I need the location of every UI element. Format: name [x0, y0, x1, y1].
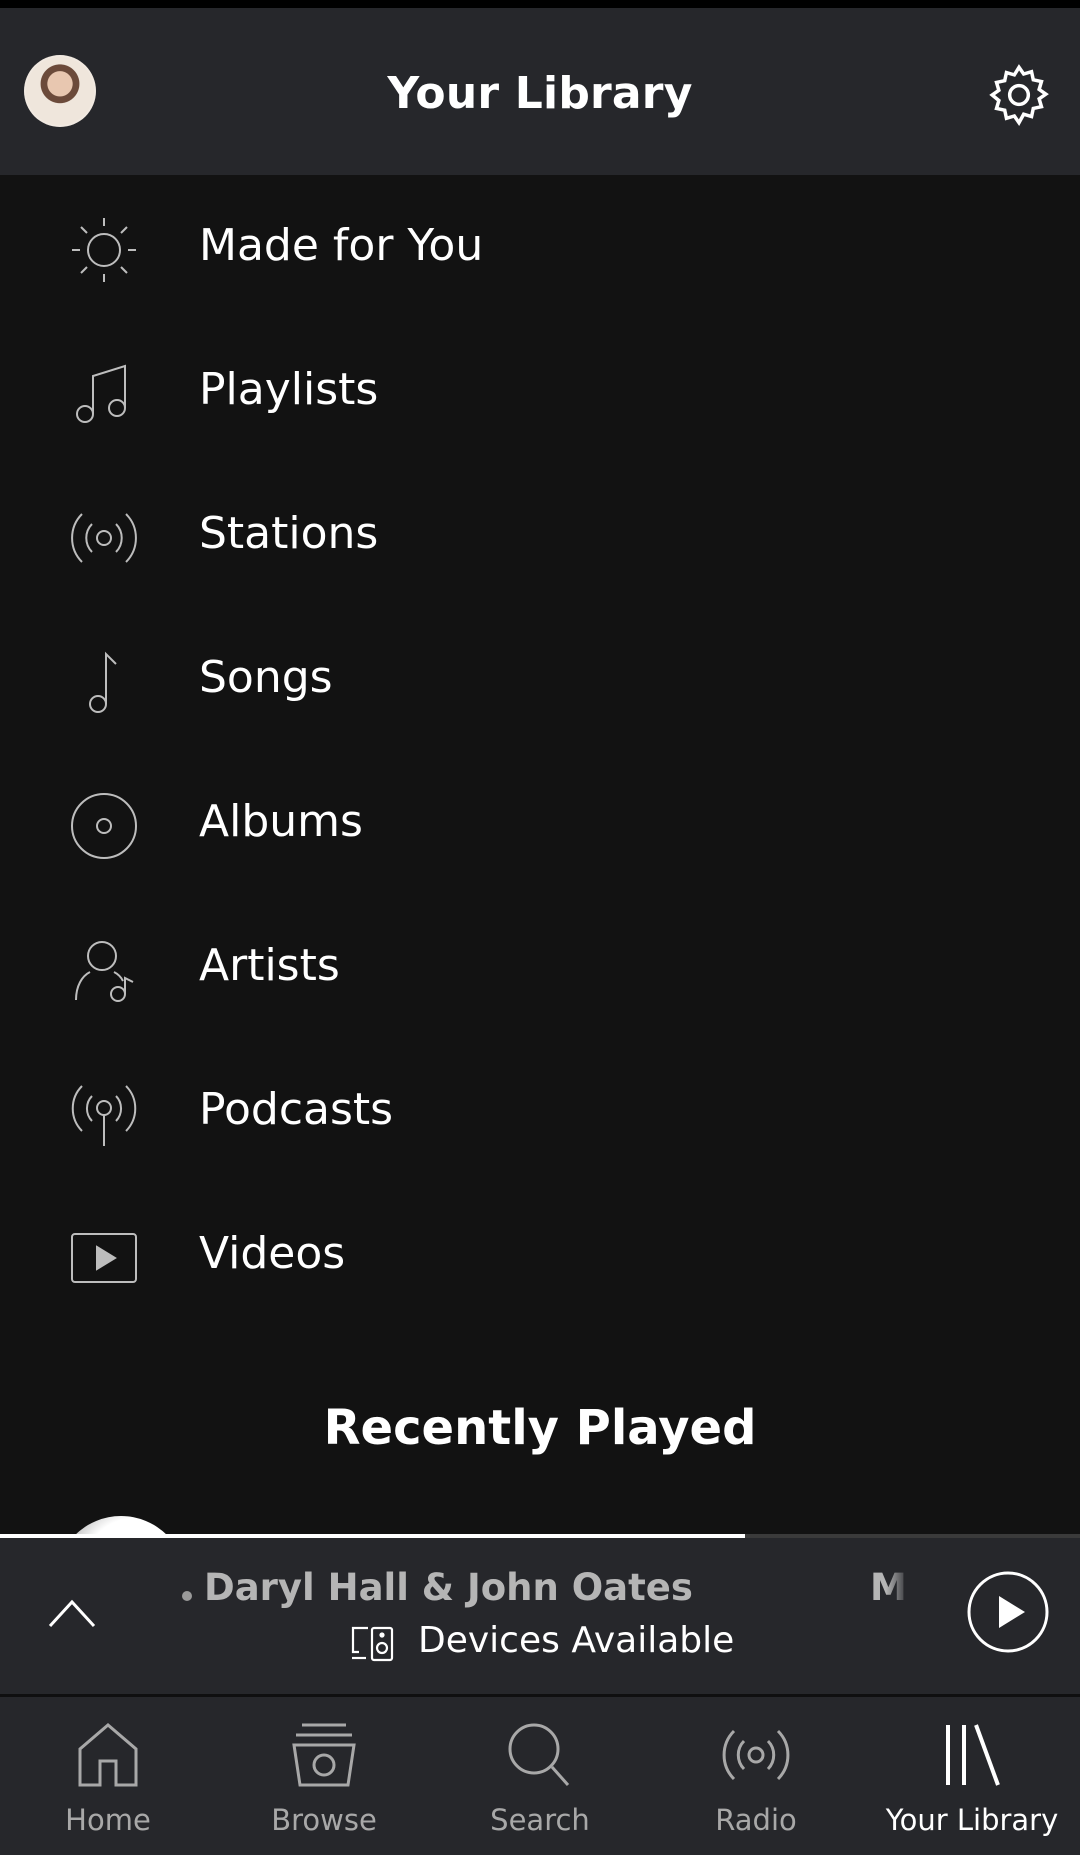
tab-home[interactable]: Home — [0, 1697, 216, 1855]
library-icon — [946, 1724, 1000, 1786]
menu-item-label: Playlists — [199, 364, 379, 415]
menu-item-made-for-you[interactable]: Made for You — [0, 175, 1080, 319]
menu-item-artists[interactable]: Artists — [0, 895, 1080, 1039]
settings-gear-icon[interactable] — [984, 60, 1054, 130]
tab-label: Search — [490, 1803, 590, 1837]
search-icon — [508, 1723, 570, 1786]
menu-item-label: Songs — [199, 652, 333, 703]
now-playing-bar[interactable]: Daryl Hall & John Oates M Devices Availa… — [0, 1538, 1080, 1694]
artist-icon — [75, 941, 134, 1002]
tab-label: Your Library — [885, 1803, 1059, 1837]
now-playing-track-overflow: M — [870, 1566, 907, 1609]
album-disc-icon — [71, 793, 137, 859]
page-title: Your Library — [387, 68, 693, 119]
podcast-icon — [71, 1085, 137, 1146]
menu-item-podcasts[interactable]: Podcasts — [0, 1039, 1080, 1183]
tab-search[interactable]: Search — [432, 1697, 648, 1855]
menu-item-label: Albums — [199, 796, 363, 847]
tab-label: Radio — [715, 1803, 797, 1837]
app-header: Your Library — [0, 8, 1080, 175]
video-play-icon — [71, 1233, 137, 1283]
menu-item-label: Videos — [199, 1228, 346, 1279]
menu-item-label: Podcasts — [199, 1084, 394, 1135]
menu-item-songs[interactable]: Songs — [0, 607, 1080, 751]
radio-icon — [722, 1729, 790, 1781]
status-strip — [0, 0, 1080, 8]
play-button[interactable] — [966, 1570, 1050, 1654]
menu-item-label: Artists — [199, 940, 340, 991]
tab-browse[interactable]: Browse — [216, 1697, 432, 1855]
recently-played-heading: Recently Played — [323, 1400, 757, 1456]
music-note-icon — [89, 651, 117, 713]
menu-item-playlists[interactable]: Playlists — [0, 319, 1080, 463]
browse-icon — [292, 1723, 356, 1787]
home-icon — [78, 1723, 138, 1787]
sun-icon — [72, 218, 136, 282]
now-playing-artist: Daryl Hall & John Oates — [204, 1566, 693, 1609]
menu-item-label: Stations — [199, 508, 379, 559]
tab-label: Browse — [271, 1803, 377, 1837]
menu-item-stations[interactable]: Stations — [0, 463, 1080, 607]
radio-waves-icon — [71, 513, 137, 563]
separator-dot — [182, 1591, 192, 1601]
devices-available-label[interactable]: Devices Available — [418, 1620, 734, 1661]
music-notes-icon — [76, 364, 126, 423]
menu-item-label: Made for You — [199, 220, 484, 271]
tab-your-library[interactable]: Your Library — [864, 1697, 1080, 1855]
menu-item-videos[interactable]: Videos — [0, 1183, 1080, 1327]
devices-icon — [351, 1626, 394, 1662]
tab-label: Home — [65, 1803, 151, 1837]
menu-item-albums[interactable]: Albums — [0, 751, 1080, 895]
bottom-tab-bar: Home Browse Search Radio Your Library — [0, 1697, 1080, 1855]
chevron-up-icon[interactable] — [46, 1592, 98, 1632]
tab-radio[interactable]: Radio — [648, 1697, 864, 1855]
